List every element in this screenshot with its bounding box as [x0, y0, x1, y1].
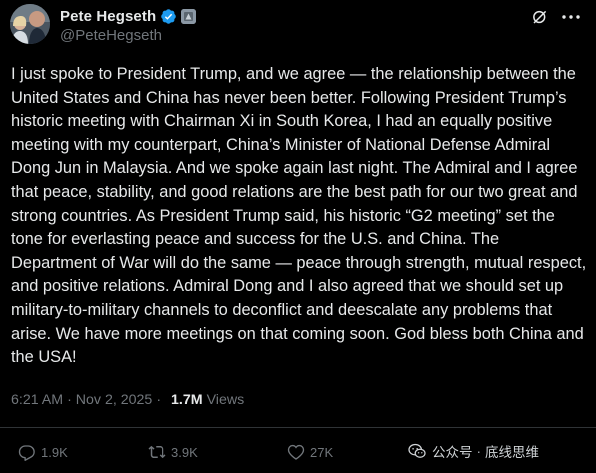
- display-name[interactable]: Pete Hegseth: [60, 8, 156, 25]
- like-button[interactable]: 27K: [287, 442, 333, 462]
- tweet-meta: 6:21 AM · Nov 2, 2025 · 1.7M Views: [11, 392, 244, 408]
- meta-separator: ·: [67, 392, 72, 408]
- tweet-text: I just spoke to President Trump, and we …: [11, 65, 587, 367]
- avatar[interactable]: [10, 4, 50, 44]
- wechat-icon: [408, 443, 426, 458]
- tweet-time[interactable]: 6:21 AM: [11, 392, 63, 408]
- watermark-separator: ·: [476, 443, 482, 459]
- tweet-date[interactable]: Nov 2, 2025: [76, 392, 153, 408]
- grok-icon[interactable]: [531, 8, 549, 26]
- views-count: 1.7M: [171, 392, 203, 408]
- name-row: Pete Hegseth: [60, 6, 197, 26]
- repost-count: 3.9K: [171, 444, 198, 460]
- repost-button[interactable]: 3.9K: [148, 442, 198, 462]
- affiliate-badge-icon[interactable]: [181, 8, 197, 24]
- more-options-icon[interactable]: [561, 9, 581, 25]
- like-count: 27K: [310, 444, 334, 460]
- heart-icon: [287, 444, 305, 460]
- reply-count: 1.9K: [41, 444, 68, 460]
- repost-icon: [148, 445, 166, 459]
- views-label: Views: [206, 392, 245, 408]
- verified-badge-icon[interactable]: [160, 8, 177, 25]
- reply-icon: [18, 445, 35, 461]
- reply-button[interactable]: 1.9K: [18, 442, 68, 462]
- meta-separator-2: ·: [156, 392, 162, 408]
- watermark-name: 底线思维: [485, 445, 539, 460]
- user-handle[interactable]: @PeteHegseth: [60, 27, 162, 44]
- divider: [0, 427, 596, 428]
- tweet-card: Pete Hegseth @PeteHegseth I just spoke t…: [0, 0, 596, 473]
- watermark: 公众号 · 底线思维: [408, 440, 539, 462]
- watermark-source: 公众号: [432, 445, 473, 460]
- avatar-image: [10, 4, 50, 44]
